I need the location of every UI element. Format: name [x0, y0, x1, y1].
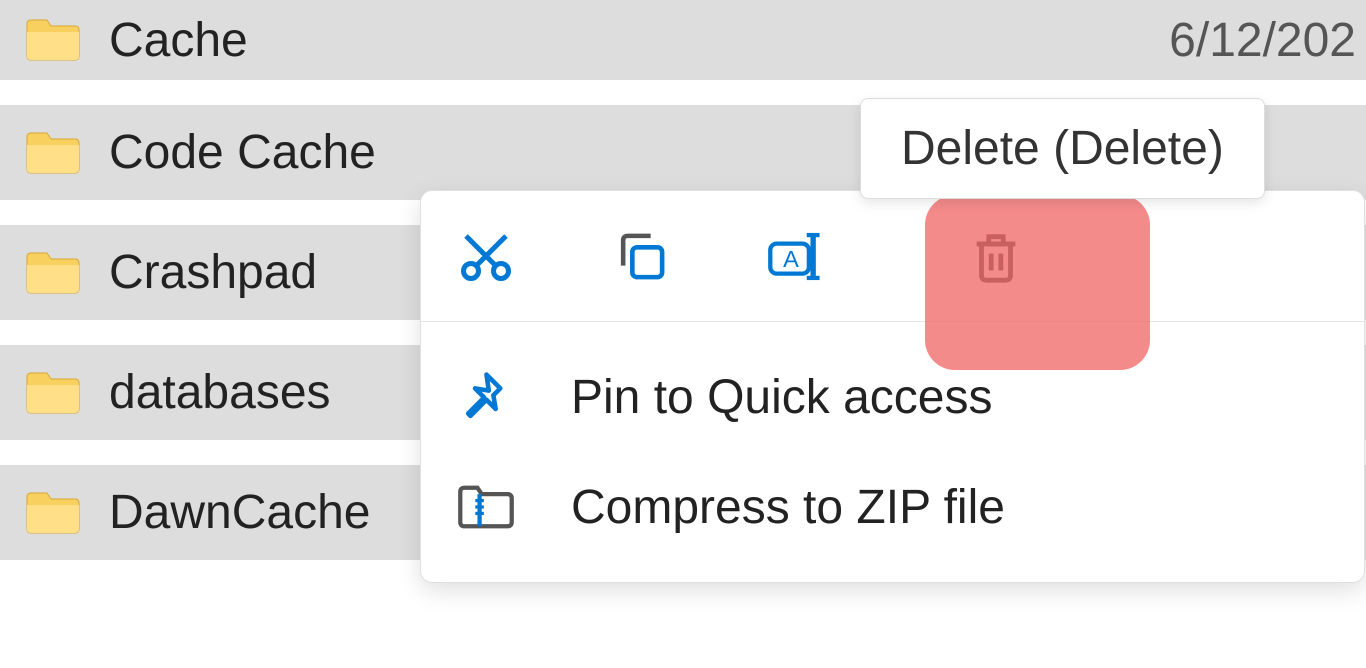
menu-items: Pin to Quick access Compress to ZIP file [421, 322, 1364, 582]
delete-button[interactable] [961, 221, 1031, 291]
folder-icon [25, 251, 81, 295]
pin-icon [456, 367, 516, 427]
rename-button[interactable]: A [761, 221, 831, 291]
cut-button[interactable] [451, 221, 521, 291]
action-bar: A [421, 191, 1364, 322]
pin-to-quick-access-item[interactable]: Pin to Quick access [421, 342, 1364, 452]
menu-item-label: Pin to Quick access [571, 370, 993, 425]
delete-tooltip: Delete (Delete) [860, 98, 1265, 199]
folder-icon [25, 18, 81, 62]
context-menu: A Pin to Quick access [420, 190, 1365, 583]
copy-button[interactable] [606, 221, 676, 291]
file-date: 6/12/202 [1169, 13, 1356, 68]
folder-icon [25, 371, 81, 415]
zip-folder-icon [456, 477, 516, 537]
menu-item-label: Compress to ZIP file [571, 480, 1005, 535]
compress-to-zip-item[interactable]: Compress to ZIP file [421, 452, 1364, 562]
folder-icon [25, 131, 81, 175]
svg-text:A: A [783, 246, 799, 272]
file-row-cache[interactable]: Cache 6/12/202 [0, 0, 1366, 105]
file-name: Cache [109, 13, 1341, 68]
folder-icon [25, 491, 81, 535]
